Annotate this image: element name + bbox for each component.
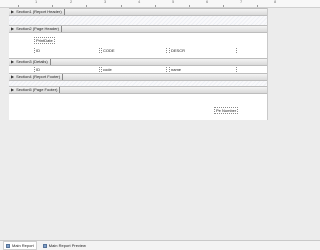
section-report-footer-bar[interactable]: ▶ Section4 (Report Footer) <box>9 73 267 81</box>
header-descr-field[interactable]: DESCR <box>169 48 237 53</box>
section-report-header-bar[interactable]: ▶ Section1 (Report Header) <box>9 8 267 16</box>
section-label: Section2 (Page Header) <box>16 26 62 32</box>
tab-label: Main Report Preview <box>48 243 86 248</box>
ruler-number: 2 <box>70 0 73 4</box>
ruler-tick <box>52 5 53 7</box>
report-view-tabs: Main Report Main Report Preview <box>0 240 320 250</box>
tab-main-report-preview[interactable]: Main Report Preview <box>41 242 88 249</box>
section-page-header-bar[interactable]: ▶ Section2 (Page Header) <box>9 25 267 33</box>
section-page-footer-bar[interactable]: ▶ Section5 (Page Footer) <box>9 86 267 94</box>
detail-code-field[interactable]: code <box>101 67 167 72</box>
section-label: Section5 (Page Footer) <box>16 87 61 93</box>
header-id-field[interactable]: ID <box>34 48 100 53</box>
section-expand-arrow-icon[interactable]: ▶ <box>11 59 14 65</box>
header-code-field[interactable]: CODE <box>101 48 167 53</box>
section-report-header-body[interactable] <box>9 16 267 25</box>
tab-main-report[interactable]: Main Report <box>3 241 37 250</box>
ruler-number: 3 <box>104 0 107 4</box>
ruler-number: 4 <box>138 0 141 4</box>
section-label: Section4 (Report Footer) <box>16 74 64 80</box>
section-page-header-body[interactable]: PrintDate ID CODE DESCR <box>9 33 267 58</box>
ruler-number: 1 <box>35 0 38 4</box>
ruler-number: 5 <box>172 0 175 4</box>
ruler-tick <box>86 5 87 7</box>
section-expand-arrow-icon[interactable]: ▶ <box>11 74 14 80</box>
section-expand-arrow-icon[interactable]: ▶ <box>11 26 14 32</box>
ruler-tick <box>155 5 156 7</box>
report-design-canvas[interactable]: ▶ Section1 (Report Header) ▶ Section2 (P… <box>9 8 268 120</box>
ruler-number: 6 <box>206 0 209 4</box>
section-details-body[interactable]: ID code name <box>9 66 267 73</box>
ruler-tick <box>257 5 258 7</box>
ruler-number: 7 <box>240 0 243 4</box>
detail-name-field[interactable]: name <box>169 67 237 72</box>
report-design-icon <box>6 243 10 248</box>
tab-label: Main Report <box>12 243 34 248</box>
detail-id-field[interactable]: ID <box>34 67 100 72</box>
horizontal-ruler: 1 2 3 4 5 6 7 8 <box>0 0 320 8</box>
ruler-number: 8 <box>274 0 277 4</box>
page-number-field[interactable]: Pe Number <box>214 107 239 114</box>
section-expand-arrow-icon[interactable]: ▶ <box>11 87 14 93</box>
section-details-bar[interactable]: ▶ Section3 (Details) <box>9 58 267 66</box>
report-preview-icon <box>42 243 47 248</box>
print-date-field[interactable]: PrintDate <box>34 37 55 44</box>
section-label: Section3 (Details) <box>16 59 51 65</box>
ruler-tick <box>121 5 122 7</box>
ruler-tick <box>18 5 19 7</box>
section-expand-arrow-icon[interactable]: ▶ <box>11 9 14 15</box>
ruler-tick <box>223 5 224 7</box>
section-label: Section1 (Report Header) <box>16 9 65 15</box>
ruler-tick <box>189 5 190 7</box>
section-page-footer-body[interactable]: Pe Number <box>9 94 267 118</box>
